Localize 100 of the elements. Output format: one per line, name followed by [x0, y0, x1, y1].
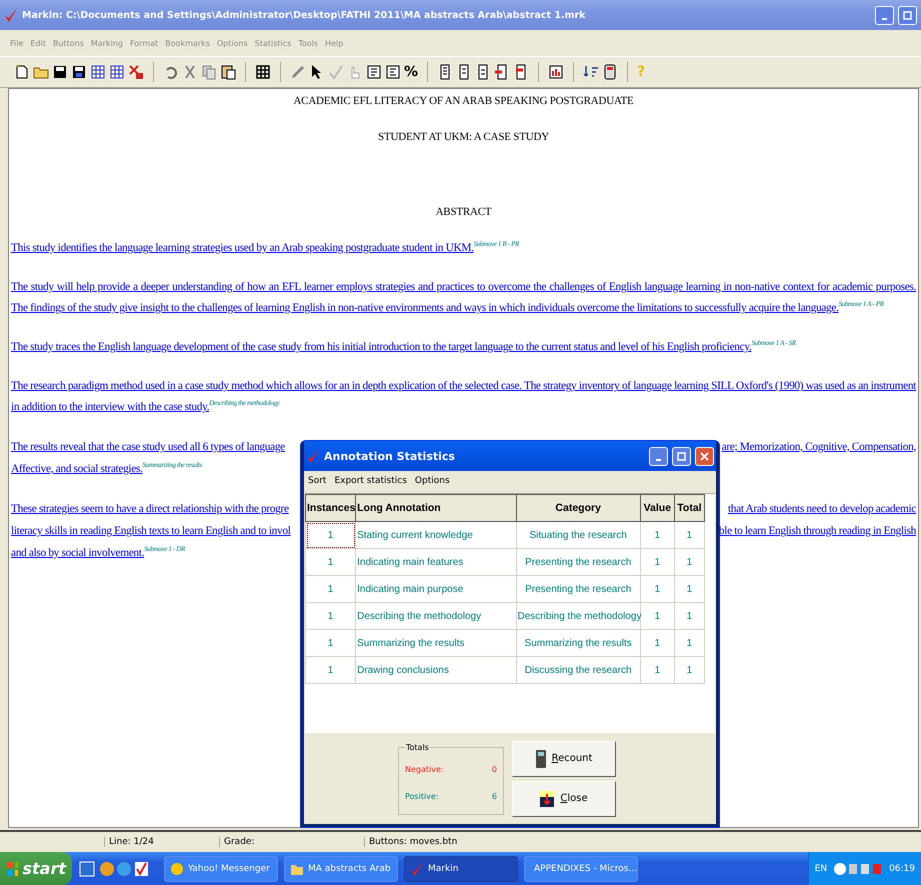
close-button[interactable] [695, 446, 714, 466]
exit-icon [540, 790, 554, 806]
annotation-label: Summarizing the results [142, 461, 202, 470]
window-title: Markin: C:\Documents and Settings\Administrator\Desktop\FATHI 2011\MA abstracts Arab\abstract 1.mrk [22, 10, 586, 20]
menu-item[interactable]: Edit [30, 38, 46, 48]
annotated-text[interactable]: Affective, and social strategies. [11, 463, 143, 475]
recount-button[interactable]: Recount [512, 740, 616, 776]
group-label: Totals [405, 742, 430, 752]
start-button[interactable]: start [0, 852, 72, 885]
check-icon[interactable] [328, 64, 344, 80]
tray-icons[interactable] [833, 860, 884, 876]
calculator-icon[interactable] [602, 64, 618, 80]
percent-button[interactable]: % [404, 64, 418, 80]
minimize-icon [882, 18, 887, 20]
table-cell[interactable]: 1 [640, 548, 674, 576]
menu-item[interactable]: Bookmarks [165, 38, 210, 48]
table-cell[interactable]: Presenting the research [516, 576, 640, 602]
note-icon[interactable] [385, 64, 401, 80]
table-cell[interactable]: 1 [306, 656, 356, 684]
annotated-text[interactable]: are; Memorization, Cognitive, Compensation, [722, 436, 916, 458]
taskbar-button[interactable]: Yahoo! Messenger [164, 856, 278, 882]
app-icon [4, 7, 18, 23]
annotated-text[interactable]: that Arab students need to develop academic [728, 498, 916, 520]
windows-logo-icon [6, 860, 18, 876]
table-cell[interactable]: 1 [640, 576, 674, 602]
menu-item[interactable]: Export statistics [334, 476, 407, 486]
table-cell[interactable]: Stating current knowledge [356, 522, 516, 548]
table-cell[interactable]: 1 [306, 522, 356, 548]
column-header[interactable]: Value [640, 494, 674, 522]
table-cell[interactable]: 1 [674, 548, 704, 576]
bar-chart-icon[interactable] [548, 64, 564, 80]
menu-item[interactable]: Buttons [52, 38, 84, 48]
column-header[interactable]: Category [516, 494, 640, 522]
table-cell[interactable]: 1 [306, 576, 356, 602]
table-cell[interactable]: Discussing the research [516, 656, 640, 684]
maximize-button[interactable] [898, 6, 917, 24]
check-icon [410, 860, 424, 876]
status-text: Line: 1/24 [109, 837, 154, 847]
taskbar-button[interactable]: MA abstracts Arab [284, 856, 398, 882]
annotation-label: Submove 1 - DR [144, 545, 185, 554]
menu-item[interactable]: Help [325, 38, 344, 48]
table-cell[interactable]: 1 [640, 602, 674, 630]
table-cell[interactable]: Situating the research [516, 522, 640, 548]
menu-item[interactable]: Sort [308, 476, 326, 486]
table-cell[interactable]: Indicating main purpose [356, 576, 516, 602]
note-icon[interactable] [366, 64, 382, 80]
grid-icon[interactable] [255, 64, 271, 80]
save-as-icon[interactable] [71, 64, 87, 80]
table-cell[interactable]: Indicating main features [356, 548, 516, 576]
table-cell[interactable]: 1 [306, 602, 356, 630]
table-cell[interactable]: 1 [674, 522, 704, 548]
minimize-button[interactable] [649, 446, 668, 466]
table-cell[interactable]: 1 [674, 602, 704, 630]
annotated-text[interactable]: and also by social involvement. [11, 547, 144, 559]
menu-item[interactable]: Tools [298, 38, 318, 48]
table-cell[interactable]: 1 [674, 656, 704, 684]
table-cell[interactable]: 1 [674, 576, 704, 602]
menu-item[interactable]: Format [130, 38, 158, 48]
menu-item[interactable]: Marking [90, 38, 123, 48]
menu-item[interactable]: File [10, 38, 24, 48]
total-value: 0 [492, 764, 497, 774]
paste-icon[interactable] [220, 64, 236, 80]
document-heading: ABSTRACT [434, 205, 492, 220]
save-icon[interactable] [52, 64, 68, 80]
sort-icon[interactable] [583, 64, 600, 80]
table-cell[interactable]: 1 [640, 656, 674, 684]
document-title: STUDENT AT UKM: A CASE STUDY [377, 130, 550, 145]
taskbar-button[interactable]: APPENDIXES - Micros… [524, 856, 638, 882]
table-cell[interactable]: 1 [674, 630, 704, 656]
annotated-text[interactable]: These strategies seem to have a direct relationship with the progre [11, 503, 289, 515]
column-header[interactable]: Long Annotation [356, 494, 516, 522]
grid-icon[interactable] [109, 64, 125, 80]
maximize-icon [677, 452, 686, 460]
new-file-icon[interactable] [14, 64, 30, 80]
grid-icon[interactable] [90, 64, 106, 80]
table-cell[interactable]: Summarizing the results [516, 630, 640, 656]
calculator-icon [536, 750, 546, 768]
table-cell[interactable]: 1 [640, 630, 674, 656]
table-cell[interactable]: Summarizing the results [356, 630, 516, 656]
table-cell[interactable]: Describing the methodology [516, 602, 640, 630]
language-indicator[interactable]: EN [814, 864, 828, 874]
table-cell[interactable]: Describing the methodology [356, 602, 516, 630]
table-cell[interactable]: 1 [306, 548, 356, 576]
annotated-text[interactable]: literacy skills in reading English texts to learn English and to invol [11, 525, 291, 537]
column-header[interactable]: Instances [306, 494, 356, 522]
menu-item[interactable]: Options [414, 476, 450, 486]
maximize-button[interactable] [672, 446, 691, 466]
minimize-button[interactable] [875, 6, 894, 24]
taskbar-button[interactable]: Markin [404, 856, 518, 882]
table-cell[interactable]: 1 [640, 522, 674, 548]
menu-item[interactable]: Statistics [254, 38, 292, 48]
close-button[interactable]: Close [512, 780, 616, 816]
table-cell[interactable]: Presenting the research [516, 548, 640, 576]
app-icon [306, 448, 320, 464]
annotated-text[interactable]: The results reveal that the case study used all 6 types of language [11, 441, 285, 453]
column-header[interactable]: Total [674, 494, 704, 522]
menu-item[interactable]: Options [216, 38, 248, 48]
status-text: Buttons: moves.btn [369, 837, 458, 847]
table-cell[interactable]: 1 [306, 630, 356, 656]
table-cell[interactable]: Drawing conclusions [356, 656, 516, 684]
